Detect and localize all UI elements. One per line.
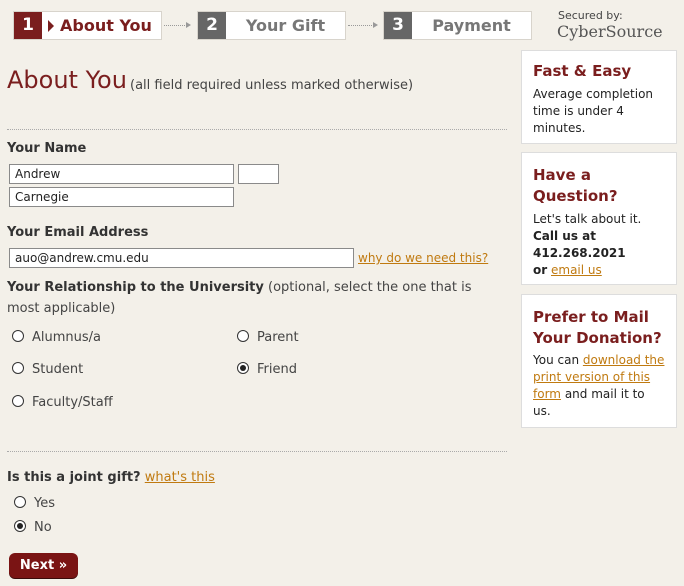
step-about-you[interactable]: 1 About You xyxy=(13,11,162,40)
panel-title: Prefer to Mail Your Donation? xyxy=(533,308,662,347)
secured-by-label: Secured by: xyxy=(558,9,623,22)
name-label: Your Name xyxy=(7,141,87,156)
whats-this-link[interactable]: what's this xyxy=(145,470,215,485)
joint-gift-label: Is this a joint gift? xyxy=(7,470,141,485)
radio-friend[interactable] xyxy=(237,362,249,374)
section-divider xyxy=(7,129,507,130)
panel-text: Average completion time is under 4 minut… xyxy=(533,87,654,135)
step-label: Payment xyxy=(432,16,511,35)
page-subtitle: (all field required unless marked otherw… xyxy=(130,78,414,93)
email-field[interactable]: auo@andrew.cmu.edu xyxy=(9,248,354,268)
radio-faculty-staff[interactable] xyxy=(12,395,24,407)
section-divider xyxy=(7,451,507,452)
radio-label: Alumnus/a xyxy=(32,330,102,345)
step-label: About You xyxy=(60,16,152,35)
page-title: About You xyxy=(7,66,127,94)
fast-easy-panel: Fast & Easy Average completion time is u… xyxy=(521,50,677,144)
step-label: Your Gift xyxy=(245,16,326,35)
radio-joint-no[interactable] xyxy=(14,520,26,532)
phone-text: Call us at 412.268.2021 xyxy=(533,229,626,260)
or-text: or xyxy=(533,263,548,277)
relationship-label-row: Your Relationship to the University (opt… xyxy=(7,277,507,319)
radio-label: Yes xyxy=(34,496,55,511)
mail-panel: Prefer to Mail Your Donation? You can do… xyxy=(521,294,677,428)
cybersource-logo: CyberSource xyxy=(557,22,663,41)
step-payment[interactable]: 3 Payment xyxy=(383,11,532,40)
last-name-field[interactable]: Carnegie xyxy=(9,187,234,207)
panel-text: Let's talk about it. xyxy=(533,212,642,226)
radio-joint-yes[interactable] xyxy=(14,496,26,508)
radio-student[interactable] xyxy=(12,362,24,374)
step-your-gift[interactable]: 2 Your Gift xyxy=(197,11,346,40)
relationship-label: Your Relationship to the University xyxy=(7,280,264,295)
radio-parent[interactable] xyxy=(237,330,249,342)
radio-label: Friend xyxy=(257,362,297,377)
next-button[interactable]: Next » xyxy=(9,553,78,578)
panel-text: You can xyxy=(533,353,580,367)
radio-label: Student xyxy=(32,362,84,377)
panel-title: Have a Question? xyxy=(533,166,618,205)
radio-label: No xyxy=(34,520,52,535)
radio-label: Faculty/Staff xyxy=(32,395,113,410)
step-connector xyxy=(348,22,378,28)
email-label: Your Email Address xyxy=(7,225,149,240)
radio-alumnus[interactable] xyxy=(12,330,24,342)
radio-label: Parent xyxy=(257,330,299,345)
panel-title: Fast & Easy xyxy=(533,62,632,80)
middle-initial-field[interactable] xyxy=(238,164,279,184)
step-connector xyxy=(164,22,191,28)
step-arrow-icon xyxy=(48,20,54,32)
why-email-link[interactable]: why do we need this? xyxy=(358,251,488,265)
step-number: 1 xyxy=(14,12,42,39)
question-panel: Have a Question? Let's talk about it. Ca… xyxy=(521,152,677,285)
joint-gift-row: Is this a joint gift? what's this xyxy=(7,470,215,485)
first-name-field[interactable]: Andrew xyxy=(9,164,234,184)
email-us-link[interactable]: email us xyxy=(551,263,602,277)
